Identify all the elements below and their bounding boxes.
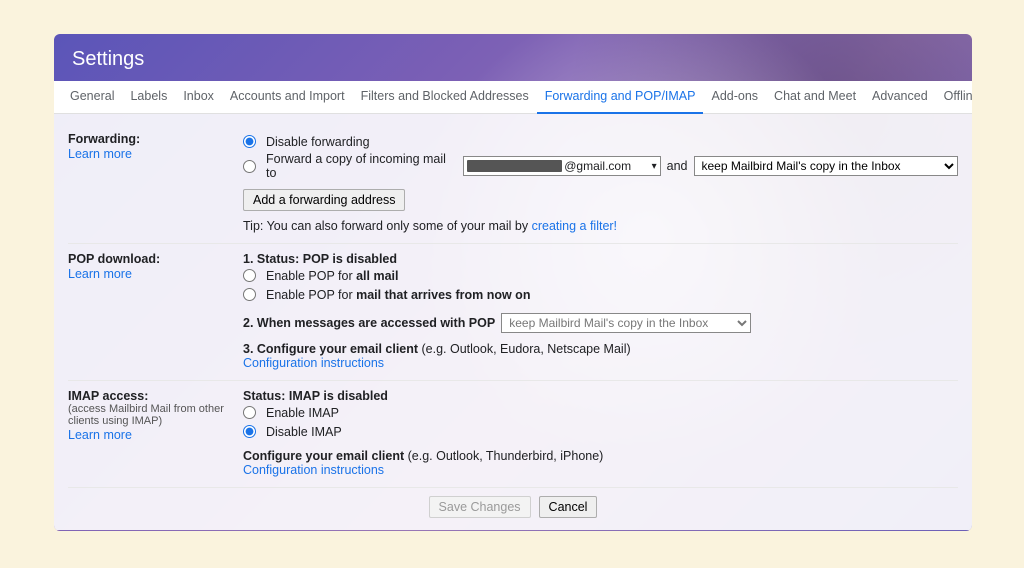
save-changes-button[interactable]: Save Changes bbox=[429, 496, 531, 518]
disable-forwarding-label[interactable]: Disable forwarding bbox=[266, 135, 370, 149]
forwarding-title: Forwarding: bbox=[68, 132, 233, 146]
add-forwarding-address-button[interactable]: Add a forwarding address bbox=[243, 189, 405, 211]
pop-enable-new-label[interactable]: Enable POP for mail that arrives from no… bbox=[266, 288, 530, 302]
tab-inbox[interactable]: Inbox bbox=[175, 81, 222, 114]
tab-accounts-and-import[interactable]: Accounts and Import bbox=[222, 81, 353, 114]
pop-config-instructions-link[interactable]: Configuration instructions bbox=[243, 356, 384, 370]
imap-disable-radio[interactable] bbox=[243, 425, 256, 438]
settings-window: Settings GeneralLabelsInboxAccounts and … bbox=[54, 34, 972, 531]
imap-config-instructions-link[interactable]: Configuration instructions bbox=[243, 463, 384, 477]
section-imap: IMAP access: (access Mailbird Mail from … bbox=[68, 381, 958, 488]
cancel-button[interactable]: Cancel bbox=[539, 496, 598, 518]
pop-when-select[interactable]: keep Mailbird Mail's copy in the Inbox bbox=[501, 313, 751, 333]
section-pop: POP download: Learn more 1. Status: POP … bbox=[68, 244, 958, 381]
imap-subtitle: (access Mailbird Mail from other clients… bbox=[68, 403, 233, 427]
page-title: Settings bbox=[54, 34, 972, 81]
forwarding-address-select[interactable]: @gmail.com ▾ bbox=[463, 156, 660, 176]
disable-forwarding-radio[interactable] bbox=[243, 135, 256, 148]
enable-forwarding-radio[interactable] bbox=[243, 160, 256, 173]
pop-title: POP download: bbox=[68, 252, 233, 266]
pop-learn-more-link[interactable]: Learn more bbox=[68, 267, 132, 281]
pop-status: 1. Status: POP is disabled bbox=[243, 252, 958, 266]
redacted-email bbox=[467, 160, 562, 172]
imap-enable-radio[interactable] bbox=[243, 406, 256, 419]
forward-copy-label[interactable]: Forward a copy of incoming mail to bbox=[266, 152, 457, 180]
forwarding-tip: Tip: You can also forward only some of y… bbox=[243, 219, 958, 233]
pop-configure: 3. Configure your email client (e.g. Out… bbox=[243, 342, 958, 356]
tab-labels[interactable]: Labels bbox=[122, 81, 175, 114]
imap-title: IMAP access: bbox=[68, 389, 233, 403]
tab-chat-and-meet[interactable]: Chat and Meet bbox=[766, 81, 864, 114]
pop-enable-new-radio[interactable] bbox=[243, 288, 256, 301]
tab-filters-and-blocked-addresses[interactable]: Filters and Blocked Addresses bbox=[353, 81, 537, 114]
tab-add-ons[interactable]: Add-ons bbox=[703, 81, 766, 114]
imap-configure: Configure your email client (e.g. Outloo… bbox=[243, 449, 958, 463]
pop-when-label: 2. When messages are accessed with POP bbox=[243, 316, 495, 330]
settings-tabs: GeneralLabelsInboxAccounts and ImportFil… bbox=[54, 81, 972, 114]
imap-enable-label[interactable]: Enable IMAP bbox=[266, 406, 339, 420]
pop-enable-all-label[interactable]: Enable POP for all mail bbox=[266, 269, 399, 283]
imap-disable-label[interactable]: Disable IMAP bbox=[266, 425, 342, 439]
chevron-down-icon: ▾ bbox=[652, 161, 657, 172]
tab-advanced[interactable]: Advanced bbox=[864, 81, 936, 114]
imap-status: Status: IMAP is disabled bbox=[243, 389, 958, 403]
settings-panel: Forwarding: Learn more Disable forwardin… bbox=[54, 114, 972, 530]
imap-learn-more-link[interactable]: Learn more bbox=[68, 428, 132, 442]
pop-enable-all-radio[interactable] bbox=[243, 269, 256, 282]
tab-general[interactable]: General bbox=[62, 81, 122, 114]
tab-forwarding-and-pop-imap[interactable]: Forwarding and POP/IMAP bbox=[537, 81, 704, 114]
footer-buttons: Save Changes Cancel bbox=[68, 488, 958, 524]
section-forwarding: Forwarding: Learn more Disable forwardin… bbox=[68, 124, 958, 244]
creating-filter-link[interactable]: creating a filter! bbox=[532, 219, 617, 233]
tab-offline[interactable]: Offline bbox=[936, 81, 972, 114]
forwarding-keep-select[interactable]: keep Mailbird Mail's copy in the Inbox bbox=[694, 156, 959, 176]
forwarding-learn-more-link[interactable]: Learn more bbox=[68, 147, 132, 161]
and-label: and bbox=[667, 159, 688, 173]
